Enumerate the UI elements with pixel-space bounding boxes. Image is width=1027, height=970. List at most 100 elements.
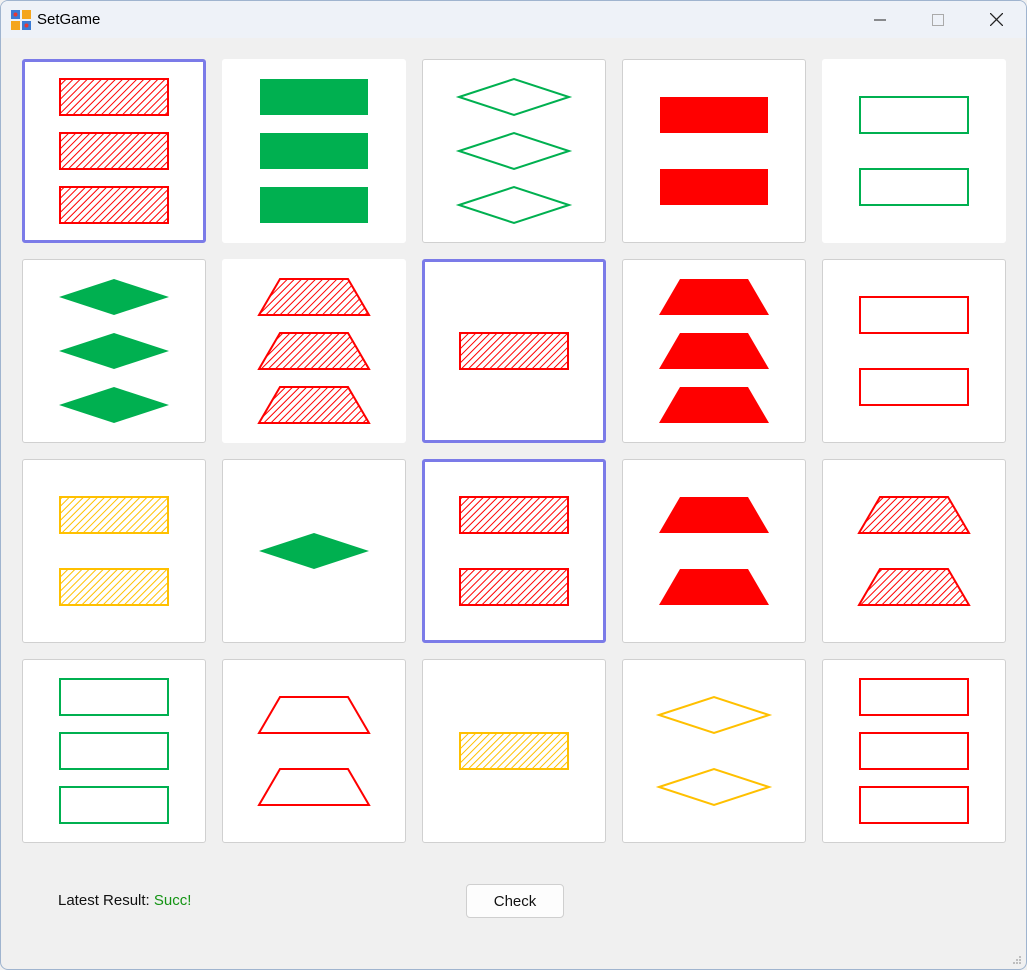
green-rectangle-symbol xyxy=(260,79,368,115)
green-rectangle-symbol xyxy=(260,187,368,223)
set-card[interactable] xyxy=(222,459,406,643)
red-rectangle-symbol xyxy=(59,186,169,224)
red-trapezoid-symbol xyxy=(857,568,971,606)
red-trapezoid-symbol xyxy=(659,333,769,369)
close-icon xyxy=(989,13,1003,26)
red-rectangle-symbol xyxy=(859,786,969,824)
card-symbols xyxy=(59,279,169,423)
card-symbols xyxy=(859,296,969,406)
red-rectangle-symbol xyxy=(859,678,969,716)
card-symbols xyxy=(459,732,569,770)
minimize-icon xyxy=(874,19,886,20)
red-rectangle-symbol xyxy=(459,568,569,606)
red-trapezoid-symbol xyxy=(257,386,371,424)
green-rectangle-symbol xyxy=(260,133,368,169)
set-card[interactable] xyxy=(622,59,806,243)
set-card[interactable] xyxy=(622,659,806,843)
card-symbols xyxy=(459,332,569,370)
green-diamond-symbol xyxy=(455,77,573,117)
close-button[interactable] xyxy=(973,1,1019,38)
set-card[interactable] xyxy=(622,259,806,443)
set-card[interactable] xyxy=(22,459,206,643)
red-rectangle-symbol xyxy=(459,332,569,370)
setgame-window: SetGame Latest Result: Succ! Check xyxy=(0,0,1027,970)
set-card[interactable] xyxy=(422,259,606,443)
yellow-diamond-symbol xyxy=(655,695,773,735)
card-symbols xyxy=(859,96,969,206)
latest-result: Latest Result: Succ! xyxy=(58,892,191,909)
card-symbols xyxy=(59,78,169,224)
minimize-button[interactable] xyxy=(857,1,903,38)
red-rectangle-symbol xyxy=(859,296,969,334)
red-trapezoid-symbol xyxy=(257,696,371,734)
green-rectangle-symbol xyxy=(859,168,969,206)
yellow-rectangle-symbol xyxy=(459,732,569,770)
set-card[interactable] xyxy=(222,659,406,843)
set-card[interactable] xyxy=(222,259,406,443)
set-card[interactable] xyxy=(422,659,606,843)
window-title: SetGame xyxy=(37,11,101,28)
card-symbols xyxy=(257,278,371,424)
red-trapezoid-symbol xyxy=(257,332,371,370)
green-diamond-symbol xyxy=(59,333,169,369)
green-rectangle-symbol xyxy=(859,96,969,134)
set-card[interactable] xyxy=(822,459,1006,643)
set-card[interactable] xyxy=(622,459,806,643)
green-rectangle-symbol xyxy=(59,732,169,770)
card-symbols xyxy=(459,496,569,606)
set-card[interactable] xyxy=(822,259,1006,443)
red-trapezoid-symbol xyxy=(659,387,769,423)
yellow-rectangle-symbol xyxy=(59,568,169,606)
red-trapezoid-symbol xyxy=(257,768,371,806)
red-rectangle-symbol xyxy=(660,97,768,133)
green-diamond-symbol xyxy=(259,533,369,569)
maximize-icon xyxy=(932,13,944,26)
green-diamond-symbol xyxy=(455,131,573,171)
card-symbols xyxy=(455,77,573,225)
set-card[interactable] xyxy=(222,59,406,243)
red-trapezoid-symbol xyxy=(659,279,769,315)
red-trapezoid-symbol xyxy=(659,497,769,533)
set-card[interactable] xyxy=(22,659,206,843)
green-diamond-symbol xyxy=(59,279,169,315)
maximize-button[interactable] xyxy=(915,1,961,38)
card-symbols xyxy=(59,496,169,606)
red-rectangle-symbol xyxy=(459,496,569,534)
set-card[interactable] xyxy=(422,59,606,243)
title-bar: SetGame xyxy=(1,1,1026,38)
card-symbols xyxy=(260,79,368,223)
green-diamond-symbol xyxy=(59,387,169,423)
card-symbols xyxy=(859,678,969,824)
green-rectangle-symbol xyxy=(59,678,169,716)
red-rectangle-symbol xyxy=(59,78,169,116)
card-symbols xyxy=(655,695,773,807)
red-rectangle-symbol xyxy=(59,132,169,170)
card-symbols xyxy=(659,497,769,605)
yellow-diamond-symbol xyxy=(655,767,773,807)
check-button[interactable]: Check xyxy=(466,884,564,918)
red-trapezoid-symbol xyxy=(857,496,971,534)
card-symbols xyxy=(257,696,371,806)
card-symbols xyxy=(59,678,169,824)
resize-grip-icon[interactable] xyxy=(1012,955,1022,965)
card-symbols xyxy=(259,533,369,569)
card-symbols xyxy=(660,97,768,205)
set-card[interactable] xyxy=(22,59,206,243)
set-card[interactable] xyxy=(422,459,606,643)
app-icon xyxy=(11,10,31,30)
red-trapezoid-symbol xyxy=(257,278,371,316)
card-symbols xyxy=(857,496,971,606)
red-rectangle-symbol xyxy=(660,169,768,205)
green-diamond-symbol xyxy=(455,185,573,225)
latest-result-value: Succ! xyxy=(153,892,192,909)
set-card[interactable] xyxy=(22,259,206,443)
card-symbols xyxy=(659,279,769,423)
yellow-rectangle-symbol xyxy=(59,496,169,534)
set-card[interactable] xyxy=(822,659,1006,843)
set-card[interactable] xyxy=(822,59,1006,243)
red-rectangle-symbol xyxy=(859,732,969,770)
red-rectangle-symbol xyxy=(859,368,969,406)
latest-result-label: Latest Result: xyxy=(58,892,150,909)
red-trapezoid-symbol xyxy=(659,569,769,605)
green-rectangle-symbol xyxy=(59,786,169,824)
